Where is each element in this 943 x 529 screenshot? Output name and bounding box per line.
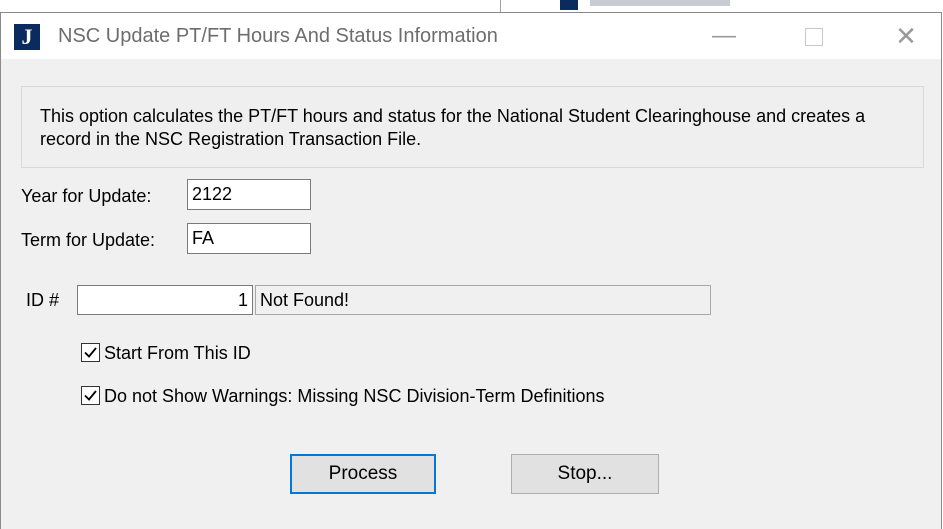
info-description: This option calculates the PT/FT hours a… bbox=[40, 106, 866, 149]
background-window-title bbox=[590, 0, 730, 6]
nsc-update-dialog: J NSC Update PT/FT Hours And Status Info… bbox=[0, 12, 942, 529]
term-input[interactable] bbox=[187, 223, 311, 254]
id-input[interactable] bbox=[77, 285, 253, 315]
window-title: NSC Update PT/FT Hours And Status Inform… bbox=[58, 25, 498, 47]
start-from-id-label[interactable]: Start From This ID bbox=[104, 343, 251, 364]
background-window-edge bbox=[500, 0, 501, 12]
title-bar[interactable]: J NSC Update PT/FT Hours And Status Info… bbox=[1, 13, 941, 59]
term-label: Term for Update: bbox=[21, 230, 156, 250]
info-panel: This option calculates the PT/FT hours a… bbox=[21, 86, 924, 168]
no-warnings-checkbox[interactable] bbox=[81, 386, 100, 405]
start-from-id-checkbox[interactable] bbox=[81, 343, 100, 362]
minimize-button[interactable]: — bbox=[701, 17, 747, 55]
checkmark-icon bbox=[84, 390, 97, 401]
stop-button[interactable]: Stop... bbox=[511, 454, 659, 494]
year-label: Year for Update: bbox=[21, 186, 152, 206]
maximize-button[interactable] bbox=[791, 17, 837, 55]
checkmark-icon bbox=[84, 347, 97, 358]
process-button[interactable]: Process bbox=[290, 454, 436, 494]
app-logo-icon: J bbox=[14, 24, 40, 50]
maximize-icon bbox=[805, 27, 823, 46]
year-input[interactable] bbox=[187, 179, 311, 210]
id-label: ID # bbox=[26, 290, 60, 310]
no-warnings-label[interactable]: Do not Show Warnings: Missing NSC Divisi… bbox=[104, 386, 605, 407]
id-status-field: Not Found! bbox=[255, 285, 711, 315]
background-app-icon bbox=[560, 0, 578, 10]
close-button[interactable]: ✕ bbox=[883, 17, 929, 55]
